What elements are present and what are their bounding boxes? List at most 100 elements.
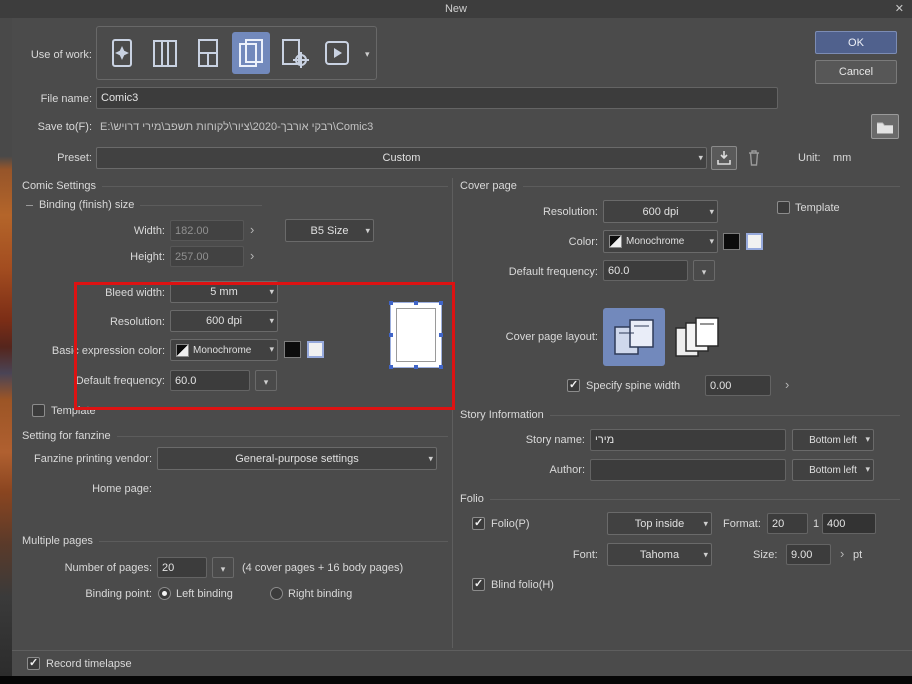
- cover-color-dropdown[interactable]: Monochrome: [603, 230, 718, 253]
- monochrome-icon: [176, 344, 189, 357]
- resolution-dropdown[interactable]: 600 dpi: [170, 310, 278, 332]
- cover-layout-wrap-button[interactable]: [603, 308, 665, 366]
- cover-white-swatch[interactable]: [746, 233, 763, 250]
- default-frequency-input[interactable]: [170, 370, 250, 391]
- cover-frequency-dropdown-button[interactable]: [693, 260, 715, 281]
- cover-resolution-label: Resolution:: [470, 206, 598, 218]
- folio-size-label: Size:: [753, 549, 777, 561]
- page-preview-margin: [396, 308, 436, 362]
- preview-handle: [414, 301, 418, 305]
- left-binding-radio[interactable]: [158, 587, 171, 600]
- trash-icon: [746, 149, 762, 167]
- close-icon[interactable]: ✕: [895, 2, 904, 15]
- use-of-work-label: Use of work:: [14, 49, 92, 61]
- next-arrow-icon: [250, 221, 254, 239]
- story-name-input[interactable]: [590, 429, 786, 451]
- use-of-work-comic-pages-button[interactable]: [232, 32, 270, 74]
- cover-layout-wrap-icon: [609, 314, 659, 360]
- folio-format-start-input[interactable]: [767, 513, 808, 534]
- fanzine-header: Setting for fanzine: [22, 430, 448, 442]
- save-to-path: E:\רבקי אורבך-2020\ציור\לקוחות תשפב\מירי…: [100, 121, 373, 133]
- monochrome-icon: [609, 235, 622, 248]
- black-swatch[interactable]: [284, 341, 301, 358]
- author-label: Author:: [460, 464, 585, 476]
- folio-size-input[interactable]: [786, 544, 831, 565]
- preview-handle: [389, 301, 393, 305]
- default-frequency-dropdown-button[interactable]: [255, 370, 277, 391]
- blind-folio-checkbox[interactable]: [472, 578, 485, 591]
- folio-label: Folio(P): [491, 518, 530, 530]
- bleed-width-dropdown[interactable]: 5 mm: [170, 281, 278, 303]
- chevron-down-icon: [709, 237, 714, 247]
- template-checkbox[interactable]: [32, 404, 45, 417]
- expression-color-dropdown[interactable]: Monochrome: [170, 339, 278, 361]
- cover-color-label: Color:: [470, 236, 598, 248]
- cover-template-checkbox[interactable]: [777, 201, 790, 214]
- number-of-pages-input[interactable]: [157, 557, 207, 578]
- preset-dropdown[interactable]: Custom: [96, 147, 707, 169]
- chevron-down-icon: [703, 518, 708, 529]
- record-timelapse-checkbox[interactable]: [27, 657, 40, 670]
- chevron-down-icon: [269, 316, 274, 327]
- size-preset-dropdown[interactable]: B5 Size: [285, 219, 374, 242]
- file-name-input[interactable]: [96, 87, 778, 109]
- home-page-label: Home page:: [20, 483, 152, 495]
- folio-checkbox[interactable]: [472, 517, 485, 530]
- save-to-label: Save to(F):: [14, 121, 92, 133]
- use-of-work-illustration-button[interactable]: [103, 32, 141, 74]
- height-label: Height:: [20, 251, 165, 263]
- left-binding-label: Left binding: [176, 588, 233, 600]
- comic-settings-icon: [275, 33, 313, 73]
- width-input: [170, 220, 244, 241]
- preview-handle: [439, 333, 443, 337]
- spine-width-input[interactable]: [705, 375, 771, 396]
- use-of-work-comic-button[interactable]: [189, 32, 227, 74]
- chevron-down-icon: [269, 287, 274, 298]
- cancel-button[interactable]: Cancel: [815, 60, 897, 84]
- blind-folio-label: Blind folio(H): [491, 579, 554, 591]
- number-of-pages-dropdown-button[interactable]: [212, 557, 234, 578]
- preset-label: Preset:: [14, 152, 92, 164]
- folio-font-dropdown[interactable]: Tahoma: [607, 543, 712, 566]
- author-input[interactable]: [590, 459, 786, 481]
- comic-icon: [189, 33, 227, 73]
- chevron-down-icon: [865, 435, 870, 445]
- right-binding-label: Right binding: [288, 588, 352, 600]
- ok-button[interactable]: OK: [815, 31, 897, 54]
- folio-position-dropdown[interactable]: Top inside: [607, 512, 712, 535]
- folder-icon: [876, 120, 894, 134]
- specify-spine-width-checkbox[interactable]: [567, 379, 580, 392]
- comic-settings-header: Comic Settings: [22, 180, 448, 192]
- white-swatch[interactable]: [307, 341, 324, 358]
- screen-bottom-edge: [0, 676, 912, 684]
- binding-size-header[interactable]: Binding (finish) size: [26, 199, 262, 211]
- browse-folder-button[interactable]: [871, 114, 899, 139]
- use-of-work-all-comic-settings-button[interactable]: [275, 32, 313, 74]
- story-name-position-dropdown[interactable]: Bottom left: [792, 429, 874, 451]
- story-name-label: Story name:: [460, 434, 585, 446]
- width-label: Width:: [20, 225, 165, 237]
- use-of-work-webtoon-button[interactable]: [146, 32, 184, 74]
- delete-preset-button[interactable]: [744, 148, 764, 168]
- use-of-work-group: [96, 26, 377, 80]
- right-binding-radio[interactable]: [270, 587, 283, 600]
- pages-note: (4 cover pages + 16 body pages): [242, 562, 403, 574]
- next-arrow-icon: [785, 376, 789, 394]
- save-preset-icon: [715, 150, 733, 166]
- cover-frequency-input[interactable]: [603, 260, 688, 281]
- preview-handle: [439, 301, 443, 305]
- cover-black-swatch[interactable]: [723, 233, 740, 250]
- webtoon-icon: [146, 33, 184, 73]
- author-position-dropdown[interactable]: Bottom left: [792, 459, 874, 481]
- use-of-work-animation-button[interactable]: [318, 32, 356, 74]
- preset-value: Custom: [383, 152, 421, 164]
- use-of-work-more-button[interactable]: [365, 45, 370, 61]
- save-preset-button[interactable]: [711, 146, 737, 170]
- folio-format-end-input[interactable]: [822, 513, 876, 534]
- story-information-header: Story Information: [460, 409, 900, 421]
- cover-resolution-dropdown[interactable]: 600 dpi: [603, 200, 718, 223]
- folio-size-unit: pt: [853, 549, 862, 561]
- cover-layout-separate-button[interactable]: [670, 310, 726, 364]
- preview-handle: [389, 333, 393, 337]
- fanzine-vendor-dropdown[interactable]: General-purpose settings: [157, 447, 437, 470]
